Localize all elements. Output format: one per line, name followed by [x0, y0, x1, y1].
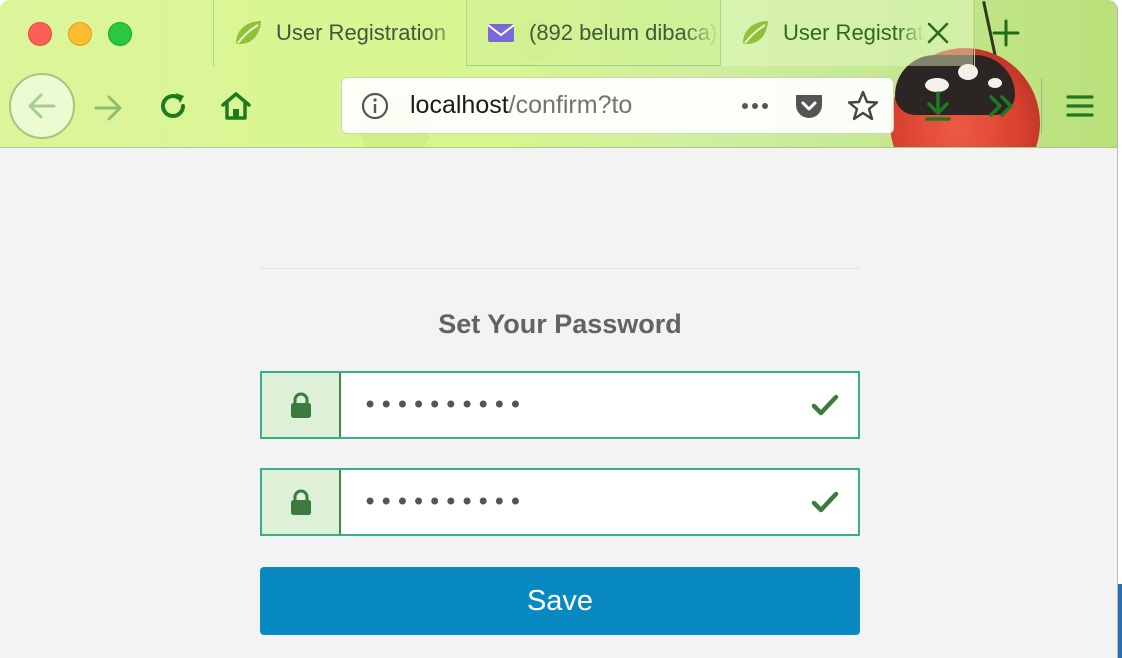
confirm-password-addon [262, 470, 341, 534]
url-bar[interactable]: localhost/confirm?to [341, 77, 894, 134]
url-path: /confirm?to [508, 91, 633, 119]
window-minimize-button[interactable] [68, 22, 92, 46]
password-input[interactable] [341, 373, 810, 437]
window-close-button[interactable] [28, 22, 52, 46]
checkmark-icon [811, 394, 839, 416]
star-icon[interactable] [846, 89, 880, 123]
page-content: Set Your Password •••••••••• •••••••••• … [0, 149, 1117, 658]
spring-leaf-icon [743, 21, 768, 45]
form-title: Set Your Password [438, 309, 682, 339]
forward-arrow-icon [94, 95, 122, 121]
page-actions-icon[interactable] [738, 89, 772, 123]
overflow-button[interactable] [982, 86, 1022, 126]
window-maximize-button[interactable] [108, 22, 132, 46]
home-button[interactable] [216, 86, 256, 126]
confirm-password-field-group [260, 468, 860, 536]
downloads-button[interactable] [918, 86, 958, 126]
tab-user-registration-active[interactable]: User Registration [720, 0, 973, 66]
tab-title: User Registration [783, 20, 925, 45]
password-addon [262, 373, 341, 437]
save-button[interactable]: Save [260, 567, 860, 635]
plus-icon [992, 19, 1019, 47]
browser-chrome: User Registration (892 belum dibaca) Use… [0, 0, 1117, 148]
pocket-icon[interactable] [792, 89, 826, 123]
download-icon [925, 91, 951, 121]
reload-icon [161, 93, 185, 118]
tab-user-registration[interactable]: User Registration [213, 0, 466, 66]
tab-title: User Registration [276, 20, 446, 45]
theme-ladybug-spot [958, 64, 978, 80]
back-button[interactable] [9, 73, 75, 139]
browser-window: User Registration (892 belum dibaca) Use… [0, 0, 1118, 658]
url-text[interactable]: localhost/confirm?to [410, 91, 678, 120]
info-icon[interactable] [360, 91, 390, 121]
reload-button[interactable] [153, 86, 193, 126]
menu-button[interactable] [1060, 86, 1100, 126]
confirm-password-input[interactable] [341, 470, 810, 534]
new-tab-button[interactable] [974, 0, 1036, 66]
checkmark-icon [811, 491, 839, 513]
url-host: localhost [410, 91, 509, 119]
background-window-edge [1118, 584, 1122, 658]
mail-icon [487, 23, 515, 42]
overflow-chevron-icon [989, 95, 1013, 117]
hamburger-menu-icon [1066, 95, 1094, 117]
spring-leaf-icon [236, 21, 261, 45]
password-field-group [260, 371, 860, 439]
tab-title: (892 belum dibaca) [529, 19, 718, 45]
forward-button[interactable] [88, 88, 128, 128]
divider [260, 268, 860, 269]
lock-icon [290, 489, 311, 515]
home-icon [221, 92, 251, 120]
toolbar-separator [1041, 78, 1042, 134]
back-arrow-icon [28, 93, 56, 119]
close-icon[interactable] [925, 20, 951, 46]
tab-mail[interactable]: (892 belum dibaca) [466, 0, 720, 66]
lock-icon [290, 392, 311, 418]
